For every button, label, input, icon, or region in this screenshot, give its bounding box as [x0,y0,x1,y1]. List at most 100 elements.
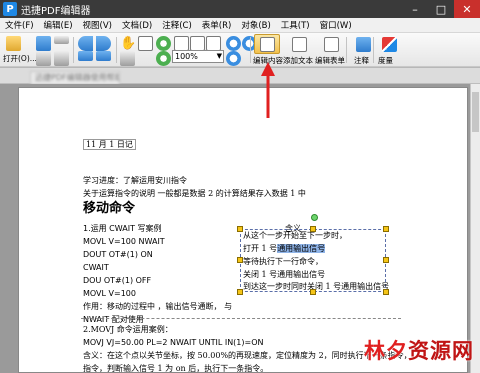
zoom-in-button[interactable] [226,36,241,51]
code-line: 1.运用 CWAIT 写案例 [83,224,162,233]
redo-button[interactable] [96,36,111,51]
print-icon [36,51,51,66]
print-button[interactable] [36,51,51,66]
highlighted-text[interactable]: 通用输出信号 [277,244,326,253]
folder-icon [6,36,21,51]
hand-tool-button[interactable]: ✋ [120,36,136,51]
ruler-icon [381,36,397,52]
annotate-label: 注释 [354,56,369,65]
camera-icon [120,51,135,66]
save-button[interactable] [36,36,51,51]
zoom-out-icon [226,51,241,66]
section-heading: 移动命令 [83,201,136,216]
note-line: 作用：移动的过程中 ，输出信号通断， 与 [83,302,233,311]
chevron-down-icon: ▼ [216,52,222,60]
prev-view-button[interactable] [78,51,93,61]
section2-description: 含义：在这个点以关节坐标，按 50.00%的再现速度，定位精度为 2，同时执行下… [83,351,412,360]
zoom-in-icon [226,36,241,51]
resize-handle-e[interactable] [383,257,389,263]
menu-object[interactable]: 对象(B) [236,19,275,31]
resize-handle-s[interactable] [310,289,316,295]
section2-command: MOVJ VJ=50.00 PL=2 NWAIT UNTIL IN(1)=ON [83,338,264,347]
menu-file[interactable]: 文件(F) [0,19,39,31]
open-label: 打开(O)... [3,54,37,63]
resize-handle-ne[interactable] [383,226,389,232]
rotate-icon [156,36,171,51]
app-logo-icon: P [3,2,17,16]
meaning-line-prefix: 打开 1 号 [243,244,278,253]
edit-content-button[interactable] [254,34,280,54]
menu-form[interactable]: 表单(R) [197,19,237,31]
toolbar: 打开(O)... ✋ 100% ▼ 编辑内容 添加文本 编辑表单 注释 度量 [0,33,480,67]
resize-handle-w[interactable] [237,257,243,263]
add-text-button[interactable] [286,34,312,54]
vertical-scrollbar[interactable] [470,84,480,373]
section2-description: 指令，判断输入信号 1 为 on 后，执行下一条指令。 [83,364,269,373]
actual-size-button[interactable] [206,36,221,51]
edit-form-button[interactable] [318,34,344,54]
measure-button[interactable] [376,34,402,54]
document-tab[interactable]: 迅捷PDF编辑器使用帮助文档.pdf [30,71,120,84]
edit-content-icon [259,36,275,52]
code-line: DOUT OT#(1) ON [83,250,153,259]
minimize-button[interactable]: – [402,0,428,18]
maximize-button[interactable]: □ [428,0,454,18]
meaning-line[interactable]: 到达这一步时同时关闭 1 号通用输出信号 [243,280,389,294]
description-line: 关于运算指令的说明 一般都是数据 2 的计算结果存入数据 1 中 [83,189,306,198]
properties-button[interactable] [54,36,69,44]
toolbar-separator [250,37,251,63]
resize-handle-sw[interactable] [237,289,243,295]
code-line: DOU OT#(1) OFF [83,276,152,285]
rotate-handle[interactable] [311,214,318,221]
measure-label: 度量 [378,56,393,65]
pdf-page: 11 月 1 日记 学习进度：了解运用安川指令 关于运算指令的说明 一般都是数据… [18,87,468,373]
fit-page-button[interactable] [174,36,189,51]
arrow-right-icon [96,51,111,61]
resize-handle-se[interactable] [383,289,389,295]
actual-size-icon [206,36,221,51]
pen-icon [355,36,371,52]
scrollbar-thumb[interactable] [472,92,479,132]
meaning-line[interactable]: 等待执行下一行命令， [243,255,323,269]
menu-bar: 文件(F) 编辑(E) 视图(V) 文档(D) 注释(C) 表单(R) 对象(B… [0,18,480,33]
menu-document[interactable]: 文档(D) [117,19,157,31]
date-line: 11 月 1 日记 [83,138,136,152]
fit-width-icon [190,36,205,51]
undo-button[interactable] [78,36,93,51]
select-text-button[interactable] [138,36,153,51]
meaning-line[interactable]: 从这个一步开始至下一步时， [243,229,347,243]
watermark: 林夕资源网 [364,339,474,363]
menu-edit[interactable]: 编辑(E) [39,19,78,31]
toolbar-separator [346,37,347,63]
rotate-back-button[interactable] [156,51,171,66]
email-button[interactable] [54,51,69,66]
fit-width-button[interactable] [190,36,205,51]
undo-icon [78,36,93,51]
menu-comment[interactable]: 注释(C) [157,19,197,31]
meaning-line[interactable]: 打开 1 号通用输出信号 [243,242,326,256]
title-bar: P 迅捷PDF编辑器 – □ ✕ [0,0,480,18]
rotate-button[interactable] [156,36,171,51]
mail-icon [54,51,69,66]
scanner-icon [54,36,69,44]
resize-handle-n[interactable] [310,226,316,232]
arrow-left-icon [78,51,93,61]
zoom-select[interactable]: 100% ▼ [172,50,224,63]
zoom-out-button[interactable] [226,51,241,66]
close-button[interactable]: ✕ [454,0,480,18]
section-divider [81,318,401,319]
window-title: 迅捷PDF编辑器 [21,5,91,17]
save-icon [36,36,51,51]
resize-handle-nw[interactable] [237,226,243,232]
progress-line: 学习进度：了解运用安川指令 [83,176,187,185]
snapshot-button[interactable] [120,51,135,66]
zoom-value: 100% [175,52,198,61]
menu-window[interactable]: 窗口(W) [315,19,357,31]
text-select-icon [138,36,153,51]
open-button[interactable] [6,36,21,51]
section2-title: 2.MOVJ 命令运用案例： [83,325,173,334]
menu-view[interactable]: 视图(V) [78,19,117,31]
next-view-button[interactable] [96,51,111,61]
menu-tools[interactable]: 工具(T) [276,19,315,31]
toolbar-separator [373,37,374,63]
